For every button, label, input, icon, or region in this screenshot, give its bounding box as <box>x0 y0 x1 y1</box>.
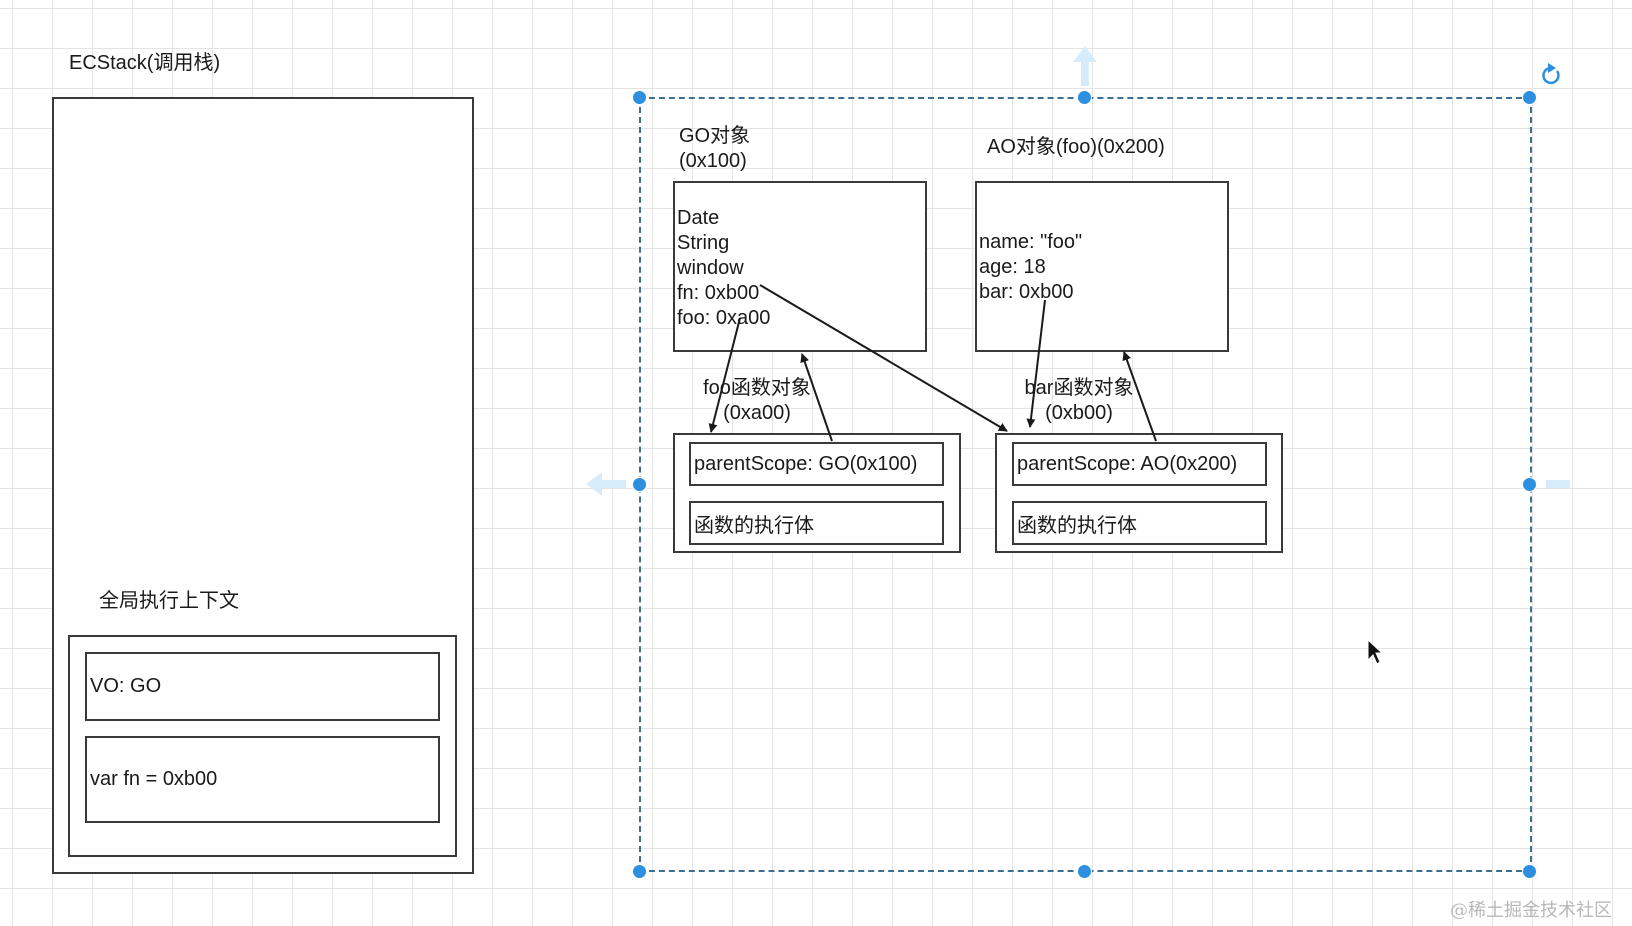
resize-handle-top[interactable] <box>1077 90 1092 105</box>
arrow-left-icon[interactable] <box>586 472 626 496</box>
resize-handle-top-right[interactable] <box>1522 90 1537 105</box>
arrow-fn-to-bar-function[interactable] <box>759 284 1008 432</box>
arrow-right-icon[interactable] <box>1546 480 1570 488</box>
rotate-icon-arrowhead <box>1548 63 1556 73</box>
connector-layer <box>586 46 1570 665</box>
resize-handle-top-left[interactable] <box>632 90 647 105</box>
arrow-foo-parent-scope-to-go[interactable] <box>800 353 833 442</box>
resize-handle-left[interactable] <box>632 477 647 492</box>
arrow-bar-to-bar-function[interactable] <box>1026 299 1046 428</box>
arrow-foo-to-foo-function[interactable] <box>708 317 741 433</box>
resize-handle-bottom-right[interactable] <box>1522 864 1537 879</box>
watermark: @稀土掘金技术社区 <box>1450 900 1612 921</box>
resize-handle-right[interactable] <box>1522 477 1537 492</box>
arrow-bar-parent-scope-to-ao[interactable] <box>1122 351 1157 442</box>
resize-handle-bottom-left[interactable] <box>632 864 647 879</box>
arrow-up-icon[interactable] <box>1073 46 1097 86</box>
resize-handle-bottom[interactable] <box>1077 864 1092 879</box>
mouse-cursor-icon <box>1367 638 1384 665</box>
